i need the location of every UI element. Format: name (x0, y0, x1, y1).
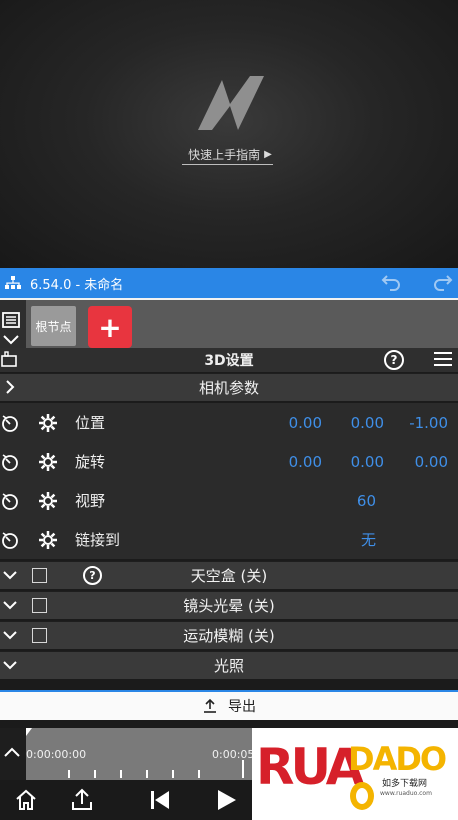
guide-underline (182, 164, 273, 165)
lens-flare-section[interactable]: 镜头光晕 (关) (0, 591, 458, 619)
link-to-value[interactable]: 无 (340, 529, 376, 550)
property-name: 视野 (75, 492, 106, 510)
svg-text:DADO: DADO (348, 740, 446, 778)
play-icon[interactable] (214, 788, 238, 812)
chevron-down-icon (3, 661, 17, 670)
camera-params-label: 相机参数 (198, 379, 259, 397)
position-row: 位置 0.00 0.00 -1.00 (0, 403, 458, 442)
chevron-down-icon (3, 631, 17, 640)
skybox-label: 天空盒 (关) (190, 567, 268, 585)
motion-blur-label: 运动模糊 (关) (183, 627, 275, 645)
skybox-checkbox[interactable] (32, 568, 47, 583)
lighting-section[interactable]: 光照 (0, 651, 458, 679)
project-title: 6.54.0 - 未命名 (30, 277, 124, 293)
lens-flare-label: 镜头光晕 (关) (183, 597, 275, 615)
timeline-collapse[interactable] (0, 728, 26, 780)
properties-icon[interactable] (2, 312, 20, 328)
root-node-chip[interactable]: 根节点 (31, 306, 76, 346)
chevron-down-icon (3, 571, 17, 580)
timeline-start-time: 0:00:00:00 (26, 748, 87, 761)
keyframe-timer-icon[interactable] (0, 491, 20, 511)
quick-start-guide-link[interactable]: 快速上手指南 ▶ (180, 143, 280, 165)
home-icon[interactable] (14, 788, 38, 812)
undo-icon[interactable] (380, 273, 402, 293)
bottom-toolbar (0, 780, 252, 820)
timeline-tick (198, 770, 200, 778)
settings-title: 3D设置 (204, 353, 254, 369)
timeline-tick (68, 770, 70, 778)
camera-params-section[interactable]: 相机参数 (0, 373, 458, 401)
timeline-tick (242, 760, 244, 778)
watermark: RUA DADO 如多下载网 www.ruaduo.com (252, 728, 458, 820)
timeline-tick (120, 770, 122, 778)
help-icon[interactable]: ? (384, 350, 404, 370)
camera-icon (1, 351, 17, 367)
property-name: 旋转 (75, 453, 106, 471)
lighting-label: 光照 (213, 657, 244, 675)
timeline-tick (146, 770, 148, 778)
lens-flare-checkbox[interactable] (32, 598, 47, 613)
export-label: 导出 (228, 699, 256, 715)
play-arrow-icon: ▶ (264, 148, 272, 160)
title-bar: 6.54.0 - 未命名 (0, 268, 458, 298)
rotation-y-value[interactable]: 0.00 (340, 453, 384, 471)
skip-back-icon[interactable] (148, 788, 172, 812)
timeline-mark-time: 0:00:05 (212, 748, 255, 761)
position-x-value[interactable]: 0.00 (280, 414, 322, 432)
chevron-right-icon (6, 380, 15, 394)
upload-icon (204, 698, 216, 713)
playhead-marker[interactable] (26, 728, 32, 738)
node-bar: 根节点 + (0, 298, 458, 352)
motion-blur-checkbox[interactable] (32, 628, 47, 643)
keyframe-timer-icon[interactable] (0, 530, 20, 550)
quick-start-guide-label: 快速上手指南 (188, 147, 261, 162)
gear-icon[interactable] (38, 452, 58, 472)
timeline-tick (94, 770, 96, 778)
preview-canvas[interactable]: 快速上手指南 ▶ (0, 0, 458, 268)
position-y-value[interactable]: 0.00 (340, 414, 384, 432)
export-button[interactable]: 导出 (0, 690, 458, 720)
fov-value[interactable]: 60 (340, 492, 376, 510)
watermark-url: www.ruaduo.com (380, 790, 432, 797)
node-tree-icon[interactable] (4, 274, 22, 292)
skybox-section[interactable]: ? 天空盒 (关) (0, 561, 458, 589)
gear-icon[interactable] (38, 530, 58, 550)
redo-icon[interactable] (432, 273, 454, 293)
app-logo (198, 76, 264, 130)
add-node-button[interactable]: + (88, 306, 132, 348)
keyframe-timer-icon[interactable] (0, 413, 20, 433)
watermark-text: 如多下载网 (382, 779, 428, 789)
property-name: 链接到 (75, 531, 121, 549)
help-icon[interactable]: ? (83, 566, 102, 585)
motion-blur-section[interactable]: 运动模糊 (关) (0, 621, 458, 649)
gear-icon[interactable] (38, 413, 58, 433)
link-to-row: 链接到 无 (0, 520, 458, 559)
property-name: 位置 (75, 414, 106, 432)
chevron-down-icon (3, 601, 17, 610)
watermark-logo: RUA DADO (256, 738, 448, 810)
settings-header: 3D设置 ? (0, 348, 458, 372)
rotation-z-value[interactable]: 0.00 (400, 453, 448, 471)
share-icon[interactable] (70, 788, 94, 812)
rotation-row: 旋转 0.00 0.00 0.00 (0, 442, 458, 481)
fov-row: 视野 60 (0, 481, 458, 520)
chevron-up-icon (4, 747, 20, 757)
timeline-tick (172, 770, 174, 778)
gear-icon[interactable] (38, 491, 58, 511)
menu-icon[interactable] (434, 352, 452, 368)
rotation-x-value[interactable]: 0.00 (280, 453, 322, 471)
node-bar-tools (0, 300, 26, 352)
keyframe-timer-icon[interactable] (0, 452, 20, 472)
position-z-value[interactable]: -1.00 (400, 414, 448, 432)
chevron-down-icon[interactable] (2, 334, 20, 346)
